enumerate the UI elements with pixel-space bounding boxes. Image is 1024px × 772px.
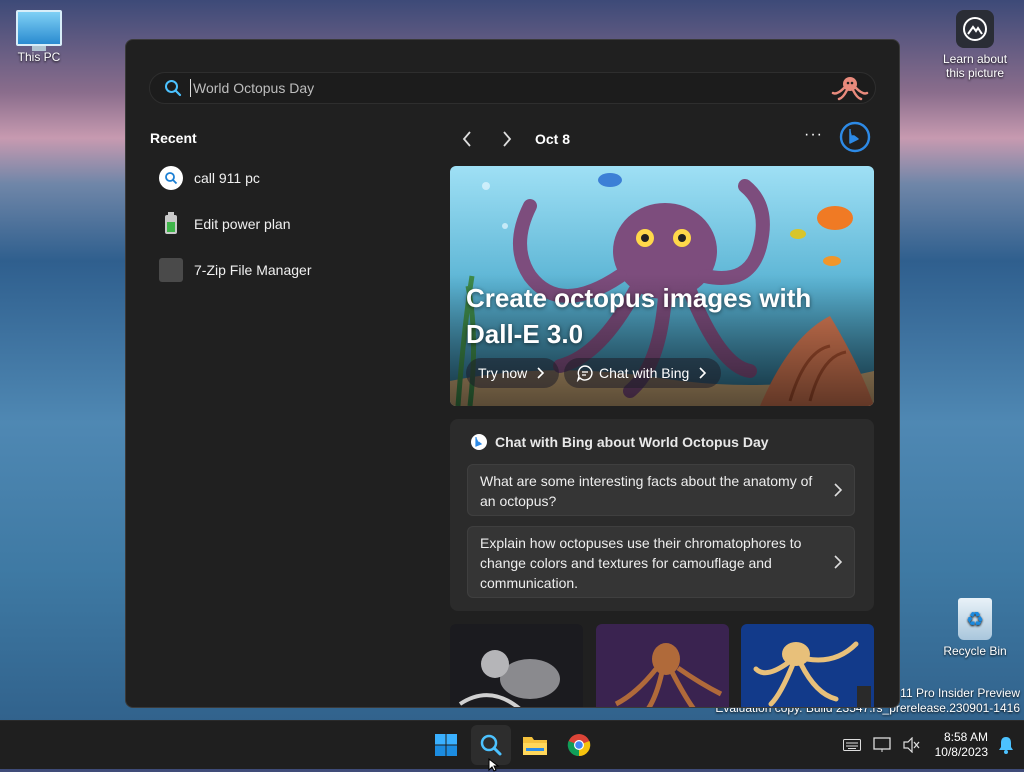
image-thumbnail-1[interactable] xyxy=(450,624,583,707)
battery-icon xyxy=(159,212,183,236)
chat-card-title: Chat with Bing about World Octopus Day xyxy=(495,434,769,450)
volume-muted-icon[interactable] xyxy=(903,737,921,753)
try-now-button[interactable]: Try now xyxy=(466,358,560,388)
hero-title: Create octopus images with Dall-E 3.0 xyxy=(466,283,812,349)
monitor-icon xyxy=(16,10,62,51)
taskbar: 8:58 AM 10/8/2023 xyxy=(0,720,1024,769)
recycle-bin-icon: ♻ xyxy=(958,598,992,640)
this-pc-label: This PC xyxy=(17,50,61,64)
start-button[interactable] xyxy=(426,725,466,765)
highlight-date: Oct 8 xyxy=(535,131,571,147)
chrome-button[interactable] xyxy=(559,725,599,765)
bing-button[interactable] xyxy=(839,121,871,153)
chat-suggestion-1[interactable]: What are some interesting facts about th… xyxy=(467,464,855,516)
mouse-cursor-icon xyxy=(488,758,500,772)
windows-start-icon xyxy=(435,734,457,756)
clock-date: 10/8/2023 xyxy=(934,745,988,759)
notification-bell-icon[interactable] xyxy=(998,736,1014,754)
chat-with-bing-card: Chat with Bing about World Octopus Day W… xyxy=(450,419,874,611)
chat-bubble-icon xyxy=(576,365,593,382)
try-now-label: Try now xyxy=(478,365,528,381)
app-icon xyxy=(159,258,183,282)
search-icon xyxy=(480,734,502,756)
learn-about-picture-desktop-icon[interactable]: Learn about this picture xyxy=(938,10,1012,80)
suggestion-text: Explain how octopuses use their chromato… xyxy=(480,535,802,591)
recycle-bin-desktop-icon[interactable]: ♻ Recycle Bin xyxy=(938,598,1012,658)
chat-card-header: Chat with Bing about World Octopus Day xyxy=(470,433,769,451)
bing-chat-icon xyxy=(471,434,487,450)
image-thumbnail-2[interactable] xyxy=(596,624,729,707)
chrome-icon xyxy=(567,734,591,757)
search-panel: Recent call 911 pc Edit power plan 7-Zip… xyxy=(125,39,900,708)
camera-info-icon xyxy=(956,10,994,48)
search-input[interactable] xyxy=(190,79,815,97)
octopus-photo-blue xyxy=(741,624,874,707)
hero-card[interactable]: Create octopus images with Dall-E 3.0 Tr… xyxy=(450,166,874,406)
highlights-nav: Oct 8 ··· xyxy=(456,121,876,154)
octopus-photo-purple xyxy=(596,624,729,707)
system-tray: 8:58 AM 10/8/2023 xyxy=(837,721,1014,769)
octopus-photo-bw xyxy=(450,624,583,707)
recycle-bin-label: Recycle Bin xyxy=(943,644,1007,658)
more-options-button[interactable]: ··· xyxy=(804,126,823,144)
chevron-right-icon xyxy=(699,367,707,379)
chevron-left-icon xyxy=(462,131,471,147)
recent-item-label: call 911 pc xyxy=(194,170,260,186)
network-icon[interactable] xyxy=(872,737,891,753)
recent-heading: Recent xyxy=(150,130,197,146)
recent-item-edit-power-plan[interactable]: Edit power plan xyxy=(159,212,291,236)
learn-about-picture-label: Learn about this picture xyxy=(942,52,1008,80)
chat-with-bing-label: Chat with Bing xyxy=(599,365,690,381)
recent-item-call-911-pc[interactable]: call 911 pc xyxy=(159,166,260,190)
chat-suggestion-2[interactable]: Explain how octopuses use their chromato… xyxy=(467,526,855,598)
recent-item-7-zip[interactable]: 7-Zip File Manager xyxy=(159,258,312,282)
chat-with-bing-button[interactable]: Chat with Bing xyxy=(564,358,722,388)
octopus-icon xyxy=(831,77,869,101)
this-pc-desktop-icon[interactable]: This PC xyxy=(8,10,70,64)
recent-item-label: 7-Zip File Manager xyxy=(194,262,312,278)
chevron-right-icon xyxy=(537,367,545,379)
chevron-right-icon xyxy=(834,483,843,497)
suggestion-text: What are some interesting facts about th… xyxy=(480,473,813,509)
image-thumbnail-3[interactable] xyxy=(741,624,874,707)
chevron-right-icon xyxy=(834,555,843,569)
next-button[interactable] xyxy=(496,128,518,150)
recent-item-label: Edit power plan xyxy=(194,216,291,232)
search-icon xyxy=(165,80,182,97)
file-explorer-icon xyxy=(523,737,547,755)
search-box[interactable] xyxy=(149,72,876,104)
clock-time: 8:58 AM xyxy=(943,730,988,744)
chevron-right-icon xyxy=(503,131,512,147)
bing-icon xyxy=(839,121,871,153)
file-explorer-button[interactable] xyxy=(515,725,555,765)
search-icon xyxy=(159,166,183,190)
clock[interactable]: 8:58 AM 10/8/2023 xyxy=(935,730,988,760)
previous-button[interactable] xyxy=(456,128,478,150)
keyboard-icon[interactable] xyxy=(842,739,861,751)
